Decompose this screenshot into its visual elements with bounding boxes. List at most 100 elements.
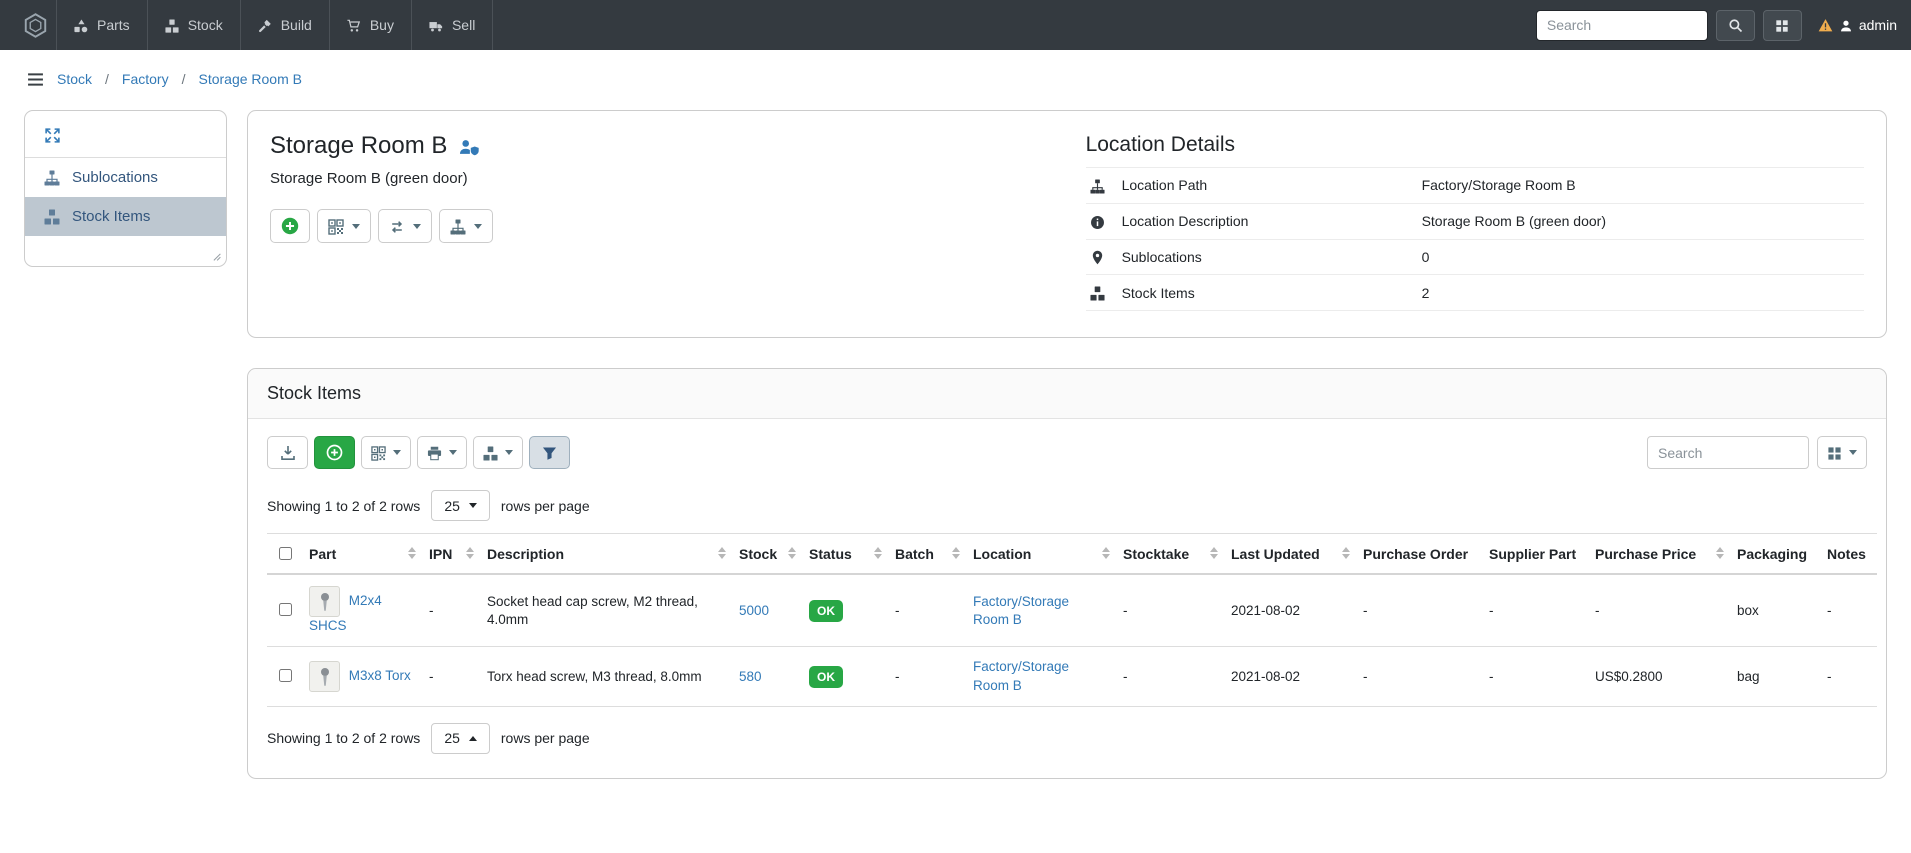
global-search-input[interactable] xyxy=(1536,10,1708,41)
location-link[interactable]: Factory/Storage Room B xyxy=(973,594,1069,627)
column-header-purchase-order[interactable]: Purchase Order xyxy=(1355,534,1481,575)
detail-row-sublocations: Sublocations 0 xyxy=(1086,239,1864,275)
cell-description: Socket head cap screw, M2 thread, 4.0mm xyxy=(479,574,731,647)
location-subtitle: Storage Room B (green door) xyxy=(270,170,1080,187)
column-header-location[interactable]: Location xyxy=(965,534,1115,575)
qr-code-icon xyxy=(328,217,344,234)
barcode-actions-dropdown[interactable] xyxy=(361,436,411,469)
export-button[interactable] xyxy=(267,436,308,469)
plus-circle-icon xyxy=(326,444,343,461)
download-icon xyxy=(280,444,296,460)
new-stock-item-button[interactable] xyxy=(314,436,355,469)
boxes-icon xyxy=(1090,284,1105,300)
nav-stock[interactable]: Stock xyxy=(147,0,240,50)
location-action-buttons xyxy=(270,209,1080,243)
page-title: Storage Room B xyxy=(270,132,1080,160)
table-search-input[interactable] xyxy=(1647,436,1809,469)
column-header-last-updated[interactable]: Last Updated xyxy=(1223,534,1355,575)
cell-last-updated: 2021-08-02 xyxy=(1223,574,1355,647)
detail-label: Location Description xyxy=(1118,203,1418,239)
detail-value: Factory/Storage Room B xyxy=(1418,168,1864,204)
sidebar-item-label: Stock Items xyxy=(72,208,150,225)
select-all-checkbox[interactable] xyxy=(279,547,292,560)
nav-sell-label: Sell xyxy=(452,17,475,33)
nav-buy[interactable]: Buy xyxy=(329,0,411,50)
nav-parts[interactable]: Parts xyxy=(56,0,147,50)
page-size-dropdown[interactable]: 25 xyxy=(431,723,490,754)
status-badge: OK xyxy=(809,600,843,622)
showing-text: Showing 1 to 2 of 2 rows xyxy=(267,498,420,514)
nav-build[interactable]: Build xyxy=(240,0,329,50)
app-logo[interactable] xyxy=(14,0,56,50)
page-size-dropdown[interactable]: 25 xyxy=(431,490,490,521)
breadcrumb-stock[interactable]: Stock xyxy=(57,71,92,87)
page-size-value: 25 xyxy=(444,730,460,746)
inventree-logo-icon xyxy=(22,12,49,39)
chevron-down-icon xyxy=(393,450,401,455)
shopping-cart-icon xyxy=(347,17,361,33)
columns-dropdown[interactable] xyxy=(1817,436,1867,469)
filter-button[interactable] xyxy=(529,436,570,469)
expand-arrows-icon xyxy=(44,126,61,144)
chevron-down-icon xyxy=(469,503,477,508)
barcode-actions-button[interactable] xyxy=(317,209,371,243)
stock-options-dropdown[interactable] xyxy=(473,436,523,469)
column-header-ipn[interactable]: IPN xyxy=(421,534,479,575)
sort-icon xyxy=(718,547,726,559)
column-header-batch[interactable]: Batch xyxy=(887,534,965,575)
column-header-notes[interactable]: Notes xyxy=(1819,534,1877,575)
sitemap-icon xyxy=(450,217,466,234)
row-select-checkbox[interactable] xyxy=(279,669,292,682)
user-menu[interactable]: admin xyxy=(1818,17,1897,34)
cell-supplier-part: - xyxy=(1481,647,1587,706)
cell-packaging: bag xyxy=(1729,647,1819,706)
stock-quantity-link[interactable]: 580 xyxy=(739,669,762,684)
breadcrumb-tree-toggle[interactable] xyxy=(27,71,44,88)
cell-notes: - xyxy=(1819,647,1877,706)
detail-label: Stock Items xyxy=(1118,275,1418,311)
sidebar-expand-toggle[interactable] xyxy=(25,115,226,158)
new-location-button[interactable] xyxy=(270,209,310,243)
location-link[interactable]: Factory/Storage Room B xyxy=(973,659,1069,692)
print-actions-dropdown[interactable] xyxy=(417,436,467,469)
cell-ipn: - xyxy=(421,647,479,706)
filter-icon xyxy=(542,445,557,461)
cell-packaging: box xyxy=(1729,574,1819,647)
warning-icon xyxy=(1818,17,1833,34)
location-actions-button[interactable] xyxy=(439,209,493,243)
nav-sell[interactable]: Sell xyxy=(411,0,492,50)
map-marker-icon xyxy=(1090,249,1105,265)
top-navbar: Parts Stock Build Buy Sell admin xyxy=(0,0,1911,50)
column-header-status[interactable]: Status xyxy=(801,534,887,575)
search-button[interactable] xyxy=(1716,10,1755,41)
part-link[interactable]: M3x8 Torx xyxy=(349,668,411,683)
stock-items-table: Part IPN Description Stock Status Batch … xyxy=(267,533,1877,707)
stock-items-panel: Stock Items xyxy=(247,368,1887,779)
breadcrumb-factory[interactable]: Factory xyxy=(122,71,169,87)
boxes-icon xyxy=(483,445,498,461)
stock-quantity-link[interactable]: 5000 xyxy=(739,603,769,618)
rows-per-page-text: rows per page xyxy=(501,498,590,514)
sort-icon xyxy=(1210,547,1218,559)
sidebar: Sublocations Stock Items xyxy=(24,110,227,267)
row-select-checkbox[interactable] xyxy=(279,603,292,616)
sidebar-item-label: Sublocations xyxy=(72,169,158,186)
sidebar-item-stock-items[interactable]: Stock Items xyxy=(25,197,226,236)
column-header-stocktake[interactable]: Stocktake xyxy=(1115,534,1223,575)
column-header-part[interactable]: Part xyxy=(301,534,421,575)
page-layout: Sublocations Stock Items Storage Room B … xyxy=(0,108,1911,805)
column-header-packaging[interactable]: Packaging xyxy=(1729,534,1819,575)
resize-grip-icon xyxy=(209,246,222,262)
stock-actions-button[interactable] xyxy=(378,209,432,243)
info-icon xyxy=(1090,213,1105,229)
sidebar-resize-handle[interactable] xyxy=(209,246,222,262)
main-menu: Parts Stock Build Buy Sell xyxy=(56,0,493,50)
column-header-stock[interactable]: Stock xyxy=(731,534,801,575)
sidebar-item-sublocations[interactable]: Sublocations xyxy=(25,158,226,197)
apps-grid-button[interactable] xyxy=(1763,10,1802,41)
column-header-supplier-part[interactable]: Supplier Part xyxy=(1481,534,1587,575)
cell-purchase-price: US$0.2800 xyxy=(1587,647,1729,706)
transfer-icon xyxy=(389,217,405,234)
column-header-purchase-price[interactable]: Purchase Price xyxy=(1587,534,1729,575)
column-header-description[interactable]: Description xyxy=(479,534,731,575)
